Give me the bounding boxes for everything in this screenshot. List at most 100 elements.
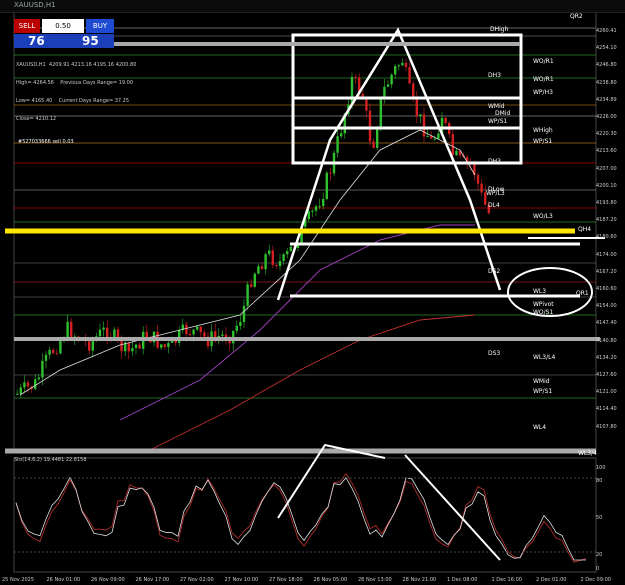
candle-body (426, 136, 429, 138)
stochastic-title: Sto(14,6,2) 19.4481 22.8158 (14, 457, 87, 463)
date-tick: 28 Nov 05:00 (313, 577, 348, 583)
candle-body (26, 382, 30, 387)
level-label-ds2: DS2 (488, 268, 501, 275)
level-label-wmid: WMid (488, 103, 505, 110)
price-tick: 4246.80 (596, 62, 617, 69)
candle-body (116, 329, 120, 338)
price-tick: 4254.10 (596, 45, 617, 52)
price-tick: 4260.41 (596, 28, 617, 34)
date-tick: 2 Dec 09:00 (580, 577, 611, 583)
ask-price: 95 (82, 34, 99, 48)
candle-body (340, 133, 343, 137)
level-label-dmid: DMid (495, 110, 511, 117)
stoch-tick: 50 (596, 515, 603, 521)
stoch-tick: 0 (596, 566, 600, 572)
level-label-dh3: DH3 (488, 158, 501, 165)
order-label[interactable]: #527033666 sell 0.03 (18, 139, 74, 145)
level-label-wp-s1: WP/S1 (488, 118, 508, 125)
level-label-dh3: DH3 (488, 72, 501, 79)
price-tick: 4234.89 (596, 96, 617, 103)
level-label-wl3: WL3 (533, 288, 547, 295)
sell-button[interactable]: SELL (14, 19, 40, 33)
date-tick: 2 Dec 01:00 (536, 577, 567, 583)
candle-body (59, 340, 62, 354)
candle-body (386, 84, 390, 87)
price-tick: 4121.00 (596, 389, 617, 396)
price-tick: 4114.40 (596, 406, 617, 413)
trading-terminal: XAUUSD,H1 SELL 0.50 BUY 76 95 XAUUSD,H1 … (0, 0, 625, 585)
date-tick: 26 Nov 17:00 (135, 577, 170, 583)
level-label-wpivot: WPivot (533, 301, 554, 308)
candle-body (444, 117, 447, 124)
price-tick: 4207.00 (596, 165, 617, 172)
candle-body (336, 136, 339, 153)
candle-body (41, 360, 44, 378)
candle-body (98, 329, 102, 337)
level-label-wo-s1: WO/S1 (533, 309, 554, 316)
level-label-whigh: WHigh (533, 127, 553, 134)
level-label-qr1: QR1 (576, 290, 589, 297)
level-label-wp-s1: WP/S1 (533, 138, 553, 145)
level-label-dhigh: DHigh (490, 26, 509, 33)
price-tick: 4160.60 (596, 286, 617, 292)
candle-body (102, 327, 105, 330)
buy-button[interactable]: BUY (86, 19, 114, 33)
candle-body (66, 321, 69, 339)
candle-body (55, 353, 58, 355)
candle-body (350, 76, 354, 105)
candle-body (131, 348, 134, 352)
candle-body (16, 393, 19, 395)
date-tick: 27 Nov 18:00 (269, 577, 303, 583)
info-text: XAUUSD,H1 4209.91 4213.16 4195.16 4200.8… (16, 50, 136, 134)
candle-body (394, 66, 397, 75)
level-label-ds3: DS3 (488, 350, 501, 357)
candle-body (401, 62, 404, 66)
candle-body (257, 266, 260, 274)
candle-body (242, 305, 246, 323)
price-tick: 4213.60 (596, 148, 617, 155)
price-tick: 4127.60 (596, 372, 617, 378)
candle-body (480, 183, 483, 193)
lot-size-input[interactable]: 0.50 (42, 19, 84, 33)
candle-body (23, 382, 26, 388)
candle-body (239, 322, 242, 326)
level-label-wl4: WL4 (533, 424, 547, 431)
candle-body (145, 331, 148, 338)
level-label-wp-h3: WP/H3 (533, 89, 553, 96)
window-title: XAUUSD,H1 (14, 1, 56, 9)
candle-body (437, 133, 440, 139)
candle-body (199, 326, 202, 333)
candle-body (113, 329, 116, 338)
candle-body (307, 211, 310, 219)
candle-body (88, 341, 91, 351)
candle-body (214, 331, 217, 338)
price-tick: 4154.00 (596, 303, 617, 310)
date-tick: 27 Nov 10:00 (224, 577, 259, 583)
candle-body (397, 65, 400, 67)
candle-body (372, 141, 375, 148)
date-tick: 27 Nov 02:00 (180, 577, 214, 583)
candle-body (167, 342, 170, 347)
candle-body (138, 344, 141, 349)
candle-body (19, 387, 22, 394)
stoch-tick: 100 (596, 465, 606, 471)
price-tick: 4140.80 (596, 337, 617, 344)
date-tick: 1 Dec 08:00 (447, 577, 478, 583)
date-tick: 1 Dec 16:00 (491, 577, 522, 583)
candle-body (37, 377, 40, 380)
stoch-tick: 80 (596, 478, 603, 484)
candle-body (134, 344, 138, 349)
level-label-wl3-l4: WL3/L4 (533, 354, 556, 361)
price-tick: 4200.10 (596, 182, 617, 189)
price-tick: 4147.40 (596, 320, 617, 327)
candle-body (91, 339, 94, 351)
candle-body (203, 332, 206, 337)
candle-body (253, 273, 256, 287)
candle-body (365, 99, 368, 111)
date-tick: 26 Nov 09:00 (91, 577, 125, 583)
candle-body (34, 379, 37, 389)
candle-body (44, 354, 48, 361)
candle-body (422, 114, 426, 137)
price-tick: 4174.00 (596, 251, 617, 258)
candle-body (192, 329, 195, 335)
